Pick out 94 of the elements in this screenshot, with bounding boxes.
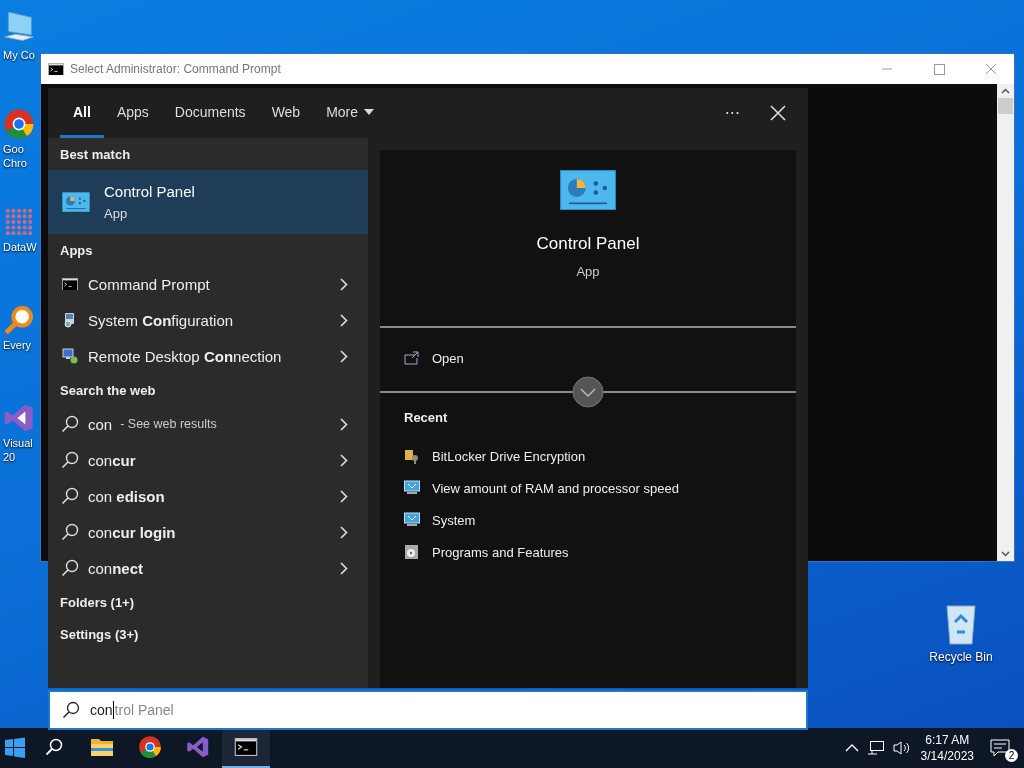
filter-tab[interactable]: More	[313, 88, 388, 138]
recent-item[interactable]: System	[380, 504, 796, 536]
preview-title: Control Panel	[536, 234, 640, 255]
desktop-icon-label[interactable]: Every	[3, 338, 32, 352]
search-icon	[62, 701, 80, 719]
search-field[interactable]: control Panel	[48, 690, 808, 730]
date-text: 3/14/2023	[920, 749, 974, 763]
section-heading: Apps	[59, 242, 94, 260]
open-window-icon	[404, 351, 420, 365]
preview-type: App	[576, 264, 600, 280]
section-heading: Best match	[59, 146, 132, 164]
window-title: Select Administrator: Command Prompt	[70, 62, 281, 76]
time-text: 6:17 AM	[925, 733, 970, 747]
monitor-icon	[404, 512, 420, 528]
result-group-link[interactable]: Folders (1+)	[48, 586, 368, 618]
notification-icon[interactable]	[990, 739, 1010, 757]
section-heading: Search the web	[59, 382, 157, 400]
search-icon	[61, 559, 79, 577]
search-icon	[61, 415, 79, 433]
chevron-right-icon	[340, 417, 348, 431]
control-panel-icon	[62, 191, 90, 213]
folder-icon	[90, 737, 114, 757]
result-group-link[interactable]: Settings (3+)	[48, 618, 368, 650]
infinity-logo-icon	[3, 402, 35, 434]
result-label: con	[88, 415, 113, 433]
app-result-item[interactable]: Remote Desktop Connection	[48, 338, 368, 374]
control-panel-icon	[560, 170, 616, 211]
app-result-item[interactable]: Command Prompt	[48, 266, 368, 302]
more-options-button[interactable]: ···	[718, 102, 746, 124]
result-label: System Configuration	[88, 311, 234, 329]
remote-computer-icon	[62, 348, 78, 364]
chevron-right-icon	[340, 489, 348, 503]
result-label: Remote Desktop Connection	[88, 347, 282, 365]
chevron-right-icon	[340, 561, 348, 575]
chevron-right-icon	[340, 277, 348, 291]
search-icon	[61, 487, 79, 505]
web-search-item[interactable]: connect	[48, 550, 368, 586]
web-search-item[interactable]: con - See web results	[48, 406, 368, 442]
magnifier-icon	[3, 304, 35, 336]
result-label: concur	[88, 451, 136, 469]
desktop-icon-label[interactable]: My Co	[3, 48, 35, 62]
desktop-icon-label[interactable]: Visual 20	[3, 436, 33, 464]
search-icon	[61, 523, 79, 541]
chevron-right-icon	[340, 453, 348, 467]
infinity-logo-icon	[186, 735, 210, 759]
scroll-thumb[interactable]	[998, 98, 1013, 114]
section-heading: Recent	[403, 409, 449, 427]
browser-icon	[138, 735, 162, 759]
keys-icon	[404, 448, 420, 464]
desktop-icon-label[interactable]: DataW	[3, 240, 37, 254]
best-match-item[interactable]: Control Panel App	[48, 170, 368, 234]
expand-button[interactable]	[572, 376, 604, 408]
app-result-item[interactable]: System Configuration	[48, 302, 368, 338]
filter-tab[interactable]: Documents	[161, 88, 259, 138]
web-search-item[interactable]: con edison	[48, 478, 368, 514]
chevron-up-icon[interactable]	[844, 743, 859, 753]
recent-item[interactable]: Programs and Features	[380, 536, 796, 568]
recent-item[interactable]: View amount of RAM and processor speed	[380, 472, 796, 504]
clock[interactable]: 6:17 AM 3/14/2023	[920, 733, 974, 763]
chevron-right-icon	[340, 313, 348, 327]
caret-icon	[364, 108, 375, 115]
notification-count: 2	[1005, 749, 1018, 762]
desktop-icon-label[interactable]: Recycle Bin	[929, 650, 993, 664]
result-label: connect	[88, 559, 144, 577]
result-label: Command Prompt	[88, 275, 210, 293]
result-label: concur login	[88, 523, 176, 541]
browser-icon	[3, 108, 35, 140]
web-search-item[interactable]: concur	[48, 442, 368, 478]
start-button[interactable]	[4, 737, 26, 759]
search-icon	[45, 738, 63, 756]
scrollbar[interactable]	[997, 84, 1014, 561]
recent-item[interactable]: BitLocker Drive Encryption	[380, 440, 796, 472]
dots-grid-icon	[3, 206, 35, 238]
monitor-icon	[404, 480, 420, 496]
console-icon	[62, 277, 78, 291]
filter-tab[interactable]: Web	[258, 88, 314, 138]
taskbar-button[interactable]	[222, 728, 270, 768]
search-icon	[61, 451, 79, 469]
chevron-right-icon	[340, 349, 348, 363]
disc-box-icon	[404, 544, 420, 560]
speaker-icon[interactable]	[892, 740, 911, 756]
network-icon[interactable]	[866, 740, 885, 756]
result-type: App	[104, 206, 129, 221]
close-icon[interactable]	[770, 105, 786, 121]
desktop-icon-label[interactable]: Goo Chro	[3, 142, 27, 170]
filter-tab[interactable]: Apps	[103, 88, 162, 138]
result-label: con edison	[88, 487, 165, 505]
chevron-right-icon	[340, 525, 348, 539]
console-icon	[234, 738, 258, 756]
result-name: Control Panel	[104, 183, 195, 200]
result-hint: - See web results	[120, 417, 217, 431]
console-icon	[48, 62, 64, 76]
open-action[interactable]: Open	[380, 328, 796, 388]
web-search-item[interactable]: concur login	[48, 514, 368, 550]
